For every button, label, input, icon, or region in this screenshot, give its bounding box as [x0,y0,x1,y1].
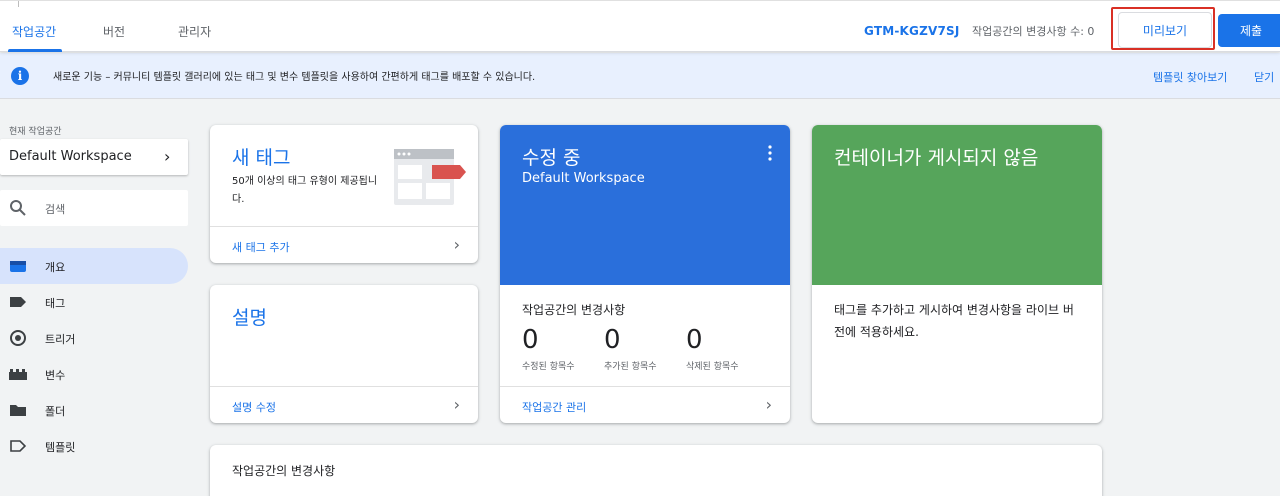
editing-title: 수정 중 [522,147,581,169]
search-icon [10,200,26,216]
folder-icon [10,405,26,416]
close-banner-link[interactable]: 닫기 [1254,69,1274,85]
sidebar-item-label: 태그 [45,297,66,310]
sidebar-item-triggers[interactable]: 트리거 [0,320,188,356]
stat-modified: 0 수정된 항목수 [522,325,575,372]
stat-value: 0 [604,325,621,355]
divider [18,1,19,7]
workspace-changes-count: 작업공간의 변경사항 수: 0 [972,25,1095,38]
stat-value: 0 [686,325,703,355]
sidebar-item-folders[interactable]: 폴더 [0,392,188,428]
info-banner: i 새로운 기능 – 커뮤니티 템플릿 갤러리에 있는 태그 및 변수 템플릿을… [0,53,1280,99]
new-tag-footer[interactable]: 새 태그 추가 › [210,226,478,263]
overview-icon [10,261,26,272]
workspace-changes-title: 작업공간의 변경사항 [232,464,336,478]
container-not-published-card: 컨테이너가 게시되지 않음 태그를 추가하고 게시하여 변경사항을 라이브 버전… [812,125,1102,423]
new-tag-title: 새 태그 [232,147,291,169]
not-published-message: 태그를 추가하고 게시하여 변경사항을 라이브 버전에 적용하세요. [834,303,1074,339]
new-tag-description: 50개 이상의 태그 유형이 제공됩니다. [232,176,378,205]
not-published-header: 컨테이너가 게시되지 않음 [812,125,1102,285]
editing-footer[interactable]: 작업공간 관리 › [500,386,790,423]
variable-icon [9,369,27,380]
tab-versions[interactable]: 버전 [103,23,125,40]
sidebar-item-templates[interactable]: 템플릿 [0,428,188,464]
sidebar-item-label: 폴더 [45,405,66,418]
new-tag-card[interactable]: 새 태그 50개 이상의 태그 유형이 제공됩니다. 새 태그 추가 › [210,125,478,263]
workspace-selector[interactable]: Default Workspace › [0,139,188,175]
search-placeholder: 검색 [45,203,66,216]
manage-workspace-link[interactable]: 작업공간 관리 [522,399,586,415]
sidebar-item-label: 템플릿 [45,441,76,454]
sidebar-item-variables[interactable]: 변수 [0,356,188,392]
trigger-icon [10,330,26,346]
submit-button[interactable]: 제출 [1218,14,1280,47]
workspace-changes-label: 작업공간의 변경사항 [522,303,626,317]
tab-admin[interactable]: 관리자 [178,23,211,40]
active-tab-indicator [8,49,62,52]
stat-label: 수정된 항목수 [522,362,575,372]
not-published-title: 컨테이너가 게시되지 않음 [834,147,1039,169]
tag-illustration-icon [394,149,466,205]
top-navigation-bar: 작업공간 버전 관리자 GTM-KGZV7SJ 작업공간의 변경사항 수: 0 … [0,0,1280,52]
template-icon [10,440,27,452]
editing-workspace-card: 수정 중 Default Workspace 작업공간의 변경사항 0 수정된 … [500,125,790,423]
chevron-right-icon: › [164,147,171,166]
info-icon: i [11,67,29,85]
sidebar-item-overview[interactable]: 개요 [0,248,188,284]
browse-templates-link[interactable]: 템플릿 찾아보기 [1153,69,1227,85]
stat-deleted: 0 삭제된 항목수 [686,325,739,372]
stat-added: 0 추가된 항목수 [604,325,657,372]
sidebar-item-label: 개요 [45,261,66,274]
chevron-right-icon: › [765,395,772,414]
description-title: 설명 [232,307,267,329]
stat-label: 추가된 항목수 [604,362,657,372]
sidebar-item-label: 변수 [45,369,66,382]
stat-value: 0 [522,325,539,355]
sidebar-item-tags[interactable]: 태그 [0,284,188,320]
workspace-name: Default Workspace [9,149,132,164]
sidebar-item-label: 트리거 [45,333,76,346]
tag-icon [10,297,26,307]
preview-button[interactable]: 미리보기 [1118,12,1212,48]
chevron-right-icon: › [453,395,460,414]
edit-description-link[interactable]: 설명 수정 [232,399,276,415]
editing-card-header: 수정 중 Default Workspace [500,125,790,285]
current-workspace-label: 현재 작업공간 [9,127,62,137]
search-input[interactable]: 검색 [0,190,188,226]
container-id[interactable]: GTM-KGZV7SJ [864,24,960,38]
editing-workspace-name: Default Workspace [522,171,645,186]
chevron-right-icon: › [453,235,460,254]
workspace-changes-card: 작업공간의 변경사항 [210,445,1102,496]
description-footer[interactable]: 설명 수정 › [210,386,478,423]
add-new-tag-link[interactable]: 새 태그 추가 [232,239,290,255]
stat-label: 삭제된 항목수 [686,362,739,372]
description-card: 설명 설명 수정 › [210,285,478,423]
more-vert-icon[interactable] [768,145,772,161]
banner-message: 새로운 기능 – 커뮤니티 템플릿 갤러리에 있는 태그 및 변수 템플릿을 사… [53,72,536,83]
tab-workspace[interactable]: 작업공간 [12,23,56,40]
